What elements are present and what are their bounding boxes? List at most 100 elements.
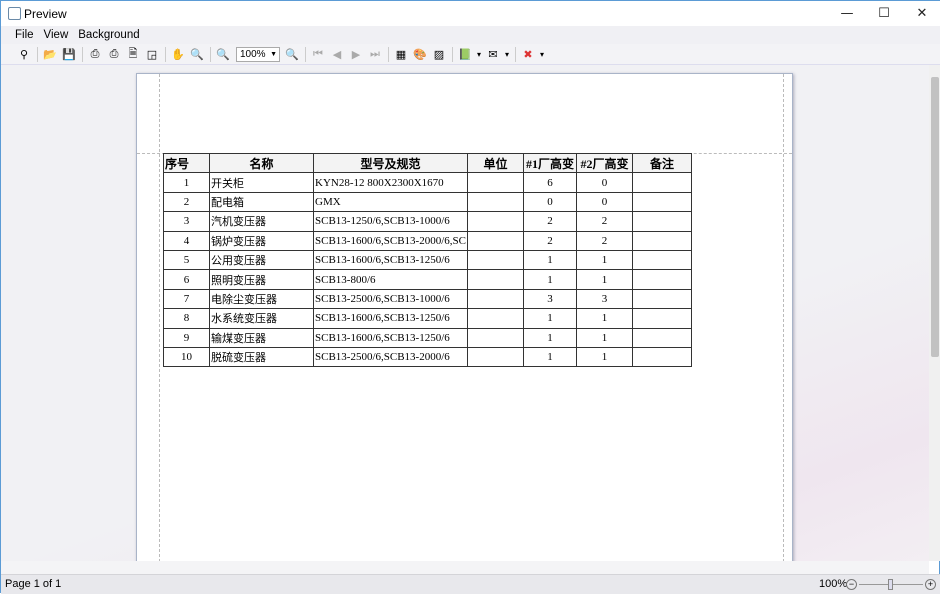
zoom-select[interactable]: 100% ▼ (236, 46, 280, 62)
table-cell (466, 172, 524, 193)
table-cell: 照明变压器 (209, 269, 314, 290)
zoom-in-icon[interactable]: 🔍 (283, 45, 301, 63)
last-page-icon[interactable]: ⏭ (366, 45, 384, 63)
table-cell: SCB13-1600/6,SCB13-1250/6 (313, 308, 468, 329)
menu-background[interactable]: Background (78, 26, 139, 44)
table-cell: SCB13-1600/6,SCB13-1250/6 (313, 327, 468, 348)
window-title: Preview (24, 7, 67, 21)
table-cell (466, 249, 524, 271)
table-row: 6 照明变压器 SCB13-800/6 1 1 (163, 269, 692, 290)
zoom-out-icon[interactable]: − (846, 579, 857, 590)
toolbar-separator (452, 46, 453, 62)
table-cell: 10 (163, 346, 210, 368)
table-cell (466, 211, 524, 232)
table-row: 1 开关柜 KYN28-12 800X2300X1670 6 0 (163, 172, 692, 193)
table-row: 10 脱硫变压器 SCB13-2500/6,SCB13-2000/6 1 1 (163, 346, 692, 368)
table-cell: 2 (575, 211, 633, 232)
save-icon[interactable]: 💾 (60, 45, 78, 63)
table-row: 3 汽机变压器 SCB13-1250/6,SCB13-1000/6 2 2 (163, 211, 692, 232)
close-preview-icon[interactable]: ✖ (519, 45, 537, 63)
export-dropdown-icon[interactable]: ▾ (475, 45, 483, 63)
page-indicator: Page 1 of 1 (5, 578, 62, 590)
scroll-thumb[interactable] (931, 77, 939, 357)
multiple-pages-icon[interactable]: ▦ (392, 45, 410, 63)
table-cell: 1 (522, 249, 577, 271)
email-icon[interactable]: ✉ (484, 45, 502, 63)
column-header: 单位 (466, 152, 524, 174)
print-setup-icon[interactable]: ⎙ (86, 45, 104, 63)
export-icon[interactable]: 📗 (456, 45, 474, 63)
zoom-in-icon[interactable]: + (925, 579, 936, 590)
table-cell: 7 (163, 288, 210, 310)
toolbar-separator (305, 46, 306, 62)
watermark-icon[interactable]: ▨ (430, 45, 448, 63)
zoom-out-icon[interactable]: 🔍 (214, 45, 232, 63)
table-cell: 输煤变压器 (209, 327, 314, 348)
close-button[interactable]: ✕ (903, 1, 940, 26)
previous-page-icon[interactable]: ◀ (328, 45, 346, 63)
table-cell (631, 327, 692, 348)
open-folder-icon[interactable]: 📂 (41, 45, 59, 63)
next-page-icon[interactable]: ▶ (347, 45, 365, 63)
title-bar: Preview — ☐ ✕ (1, 1, 940, 26)
email-dropdown-icon[interactable]: ▾ (503, 45, 511, 63)
table-cell: 6 (522, 172, 577, 193)
margin-guide-right (783, 74, 784, 572)
magnifier-icon[interactable]: 🔍 (188, 45, 206, 63)
scale-icon[interactable]: ◲ (143, 45, 161, 63)
equipment-table: 序号 名称 型号及规范 单位 #1厂高变 #2厂高变 备注 1 开关柜 KYN28-12 800… (163, 152, 692, 368)
page-color-icon[interactable]: 🎨 (411, 45, 429, 63)
table-cell: 3 (575, 288, 633, 310)
table-cell (631, 191, 692, 213)
first-page-icon[interactable]: ⏮ (309, 45, 327, 63)
binoculars-icon[interactable]: ⚲ (15, 45, 33, 63)
table-cell: 0 (522, 191, 577, 213)
table-cell: 2 (522, 230, 577, 251)
table-cell: 锅炉变压器 (209, 230, 314, 251)
vertical-scrollbar[interactable] (929, 65, 940, 561)
table-cell: 配电箱 (209, 191, 314, 213)
table-cell: 1 (522, 269, 577, 290)
maximize-button[interactable]: ☐ (865, 1, 903, 26)
page-setup-icon[interactable]: 🗎 (124, 45, 142, 63)
table-cell (631, 346, 692, 368)
table-cell: 5 (163, 249, 210, 271)
table-cell: 2 (163, 191, 210, 213)
table-cell: 9 (163, 327, 210, 348)
report-page: 序号 名称 型号及规范 单位 #1厂高变 #2厂高变 备注 1 开关柜 KYN28-12 800… (136, 73, 793, 573)
table-row: 7 电除尘变压器 SCB13-2500/6,SCB13-1000/6 3 3 (163, 288, 692, 310)
hand-icon[interactable]: ✋ (169, 45, 187, 63)
table-cell: 3 (163, 211, 210, 232)
table-cell: SCB13-1600/6,SCB13-1250/6 (313, 249, 468, 271)
minimize-button[interactable]: — (828, 1, 866, 26)
zoom-slider-knob[interactable] (888, 579, 893, 590)
table-cell: 水系统变压器 (209, 308, 314, 329)
column-header: #2厂高变 (575, 152, 633, 174)
print-icon[interactable]: ⎙ (105, 45, 123, 63)
table-cell (631, 269, 692, 290)
table-cell: 1 (522, 346, 577, 368)
table-cell (631, 211, 692, 232)
toolbar-separator (210, 46, 211, 62)
table-cell (631, 172, 692, 193)
table-cell (631, 288, 692, 310)
table-cell: KYN28-12 800X2300X1670 (313, 172, 468, 193)
table-row: 2 配电箱 GMX 0 0 (163, 191, 692, 213)
menu-file[interactable]: File (15, 26, 34, 44)
table-row: 9 输煤变压器 SCB13-1600/6,SCB13-1250/6 1 1 (163, 327, 692, 348)
table-cell (466, 230, 524, 251)
column-header: 名称 (209, 152, 314, 174)
status-bar: Page 1 of 1 100% − + (1, 574, 940, 594)
table-cell: 汽机变压器 (209, 211, 314, 232)
zoom-slider[interactable] (859, 579, 923, 590)
toolbar-separator (388, 46, 389, 62)
table-cell: 开关柜 (209, 172, 314, 193)
menu-view[interactable]: View (44, 26, 69, 44)
table-cell: 1 (575, 308, 633, 329)
table-cell: 6 (163, 269, 210, 290)
horizontal-scrollbar[interactable] (1, 561, 929, 574)
overflow-icon[interactable]: ▾ (538, 45, 546, 63)
zoom-select-value: 100% (240, 48, 266, 60)
toolbar-separator (37, 46, 38, 62)
table-cell (466, 191, 524, 213)
